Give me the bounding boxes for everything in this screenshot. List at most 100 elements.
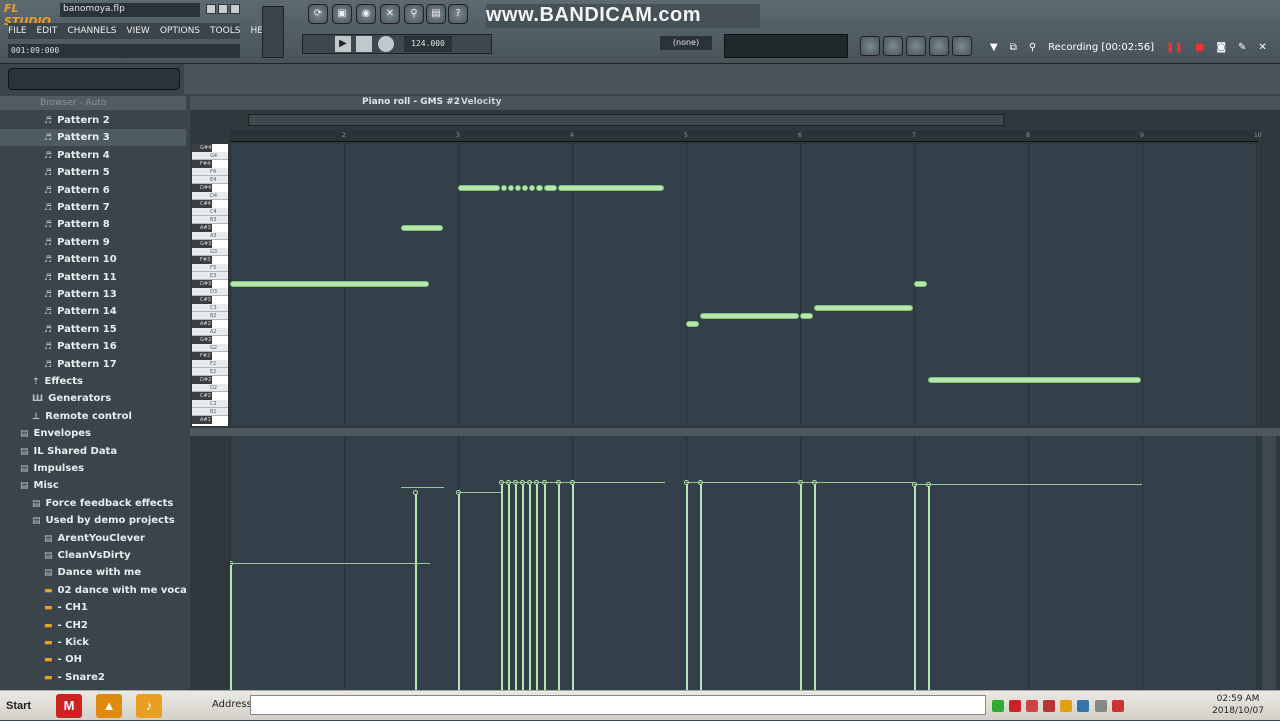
close-icon[interactable] bbox=[230, 4, 240, 14]
horizontal-scrollbar[interactable] bbox=[248, 114, 1004, 126]
velocity-stem[interactable] bbox=[536, 481, 539, 690]
velocity-stem[interactable] bbox=[800, 481, 802, 690]
piano-key[interactable]: G#4 bbox=[192, 144, 212, 152]
browser-item[interactable]: ♬ Pattern 5 bbox=[0, 164, 186, 181]
velocity-stem[interactable] bbox=[515, 481, 517, 690]
menu-channels[interactable]: CHANNELS bbox=[67, 23, 116, 39]
stop-record-icon[interactable]: ■ bbox=[1195, 42, 1204, 53]
piano-key[interactable]: F2 bbox=[192, 360, 228, 368]
target-parameter[interactable]: Velocity bbox=[461, 97, 501, 107]
piano-key[interactable]: G4 bbox=[192, 152, 228, 160]
tray-update-icon[interactable] bbox=[1060, 700, 1073, 712]
piano-key[interactable]: A3 bbox=[192, 232, 228, 240]
menu-view[interactable]: VIEW bbox=[126, 23, 149, 39]
tray-network-icon[interactable] bbox=[1077, 700, 1090, 712]
dropdown-icon[interactable]: ▼ bbox=[990, 42, 998, 53]
browser-item[interactable]: ▬ - OH bbox=[0, 651, 186, 668]
playlist-icon[interactable] bbox=[860, 36, 880, 56]
note[interactable] bbox=[507, 185, 514, 191]
vertical-scrollbar[interactable] bbox=[1262, 436, 1276, 690]
piano-key[interactable]: D4 bbox=[192, 192, 228, 200]
piano-key[interactable]: F#2 bbox=[192, 352, 212, 360]
gmail-icon[interactable]: M bbox=[56, 694, 82, 718]
piano-key[interactable]: D2 bbox=[192, 384, 228, 392]
piano-key[interactable]: A2 bbox=[192, 328, 228, 336]
browser-item[interactable]: ♬ Pattern 8 bbox=[0, 216, 186, 233]
loop-icon[interactable]: ⟳ bbox=[308, 4, 328, 24]
maximize-icon[interactable] bbox=[218, 4, 228, 14]
browser-icon[interactable] bbox=[929, 36, 949, 56]
note[interactable] bbox=[814, 305, 913, 311]
camera-icon[interactable]: ◙ bbox=[1216, 42, 1226, 53]
mixer-window-icon[interactable] bbox=[952, 36, 972, 56]
master-volume-slider[interactable] bbox=[262, 6, 284, 58]
browser-item[interactable]: ▤ Force feedback effects bbox=[0, 495, 186, 512]
velocity-stem[interactable] bbox=[572, 481, 574, 690]
browser-item[interactable]: ♬ Pattern 6 bbox=[0, 182, 186, 199]
piano-key[interactable]: B2 bbox=[192, 312, 228, 320]
time-ruler[interactable]: 2 3 4 5 6 7 8 9 10 bbox=[230, 130, 1262, 142]
menu-file[interactable]: FILE bbox=[8, 23, 27, 39]
velocity-stem[interactable] bbox=[543, 481, 546, 690]
velocity-stem[interactable] bbox=[500, 481, 503, 690]
piano-key[interactable]: D#2 bbox=[192, 376, 212, 384]
browser-item[interactable]: ▤ Dance with me bbox=[0, 564, 186, 581]
velocity-stem[interactable] bbox=[415, 491, 418, 690]
velocity-stem[interactable] bbox=[507, 481, 510, 690]
note[interactable] bbox=[914, 281, 928, 287]
piano-roll-icon[interactable] bbox=[906, 36, 926, 56]
browser-item[interactable]: Ш Generators bbox=[0, 390, 186, 407]
piano-key[interactable]: G2 bbox=[192, 344, 228, 352]
piano-key[interactable]: F3 bbox=[192, 264, 228, 272]
piano-key[interactable]: F#4 bbox=[192, 160, 212, 168]
browser-item[interactable]: ▬ - Snare2 bbox=[0, 669, 186, 686]
browser-item[interactable]: ▤ ArentYouClever bbox=[0, 530, 186, 547]
velocity-stem[interactable] bbox=[230, 563, 232, 690]
note[interactable] bbox=[515, 185, 522, 191]
tray-app-icon[interactable] bbox=[1043, 700, 1056, 712]
browser-item[interactable]: ▤ Misc bbox=[0, 477, 186, 494]
piano-key[interactable]: A#2 bbox=[192, 320, 212, 328]
note[interactable] bbox=[230, 281, 429, 287]
browser-item[interactable]: ▬ 02 dance with me vocal 1 ... bbox=[0, 582, 186, 599]
piano-key[interactable]: E4 bbox=[192, 176, 228, 184]
vlc-icon[interactable]: ▲ bbox=[96, 694, 122, 718]
tray-go-icon[interactable] bbox=[992, 700, 1004, 712]
browser-item[interactable]: ♬ Pattern 16 bbox=[0, 338, 186, 355]
note[interactable] bbox=[800, 313, 814, 319]
note[interactable] bbox=[522, 185, 529, 191]
browser-item[interactable]: ⊥ Remote control bbox=[0, 408, 186, 425]
velocity-handle[interactable] bbox=[413, 489, 419, 495]
browser-item[interactable]: ♬ Pattern 9 bbox=[0, 234, 186, 251]
channel-selector[interactable]: (none) bbox=[660, 36, 712, 50]
piano-key[interactable]: E3 bbox=[192, 272, 228, 280]
piano-key[interactable]: G3 bbox=[192, 248, 228, 256]
piano-key[interactable]: E2 bbox=[192, 368, 228, 376]
pause-icon[interactable]: ❚❚ bbox=[1166, 42, 1183, 53]
pencil-icon[interactable]: ✎ bbox=[1238, 42, 1246, 53]
minimize-icon[interactable] bbox=[206, 4, 216, 14]
address-input[interactable] bbox=[250, 695, 986, 715]
help-icon[interactable]: ? bbox=[448, 4, 468, 24]
piano-key[interactable]: A#3 bbox=[192, 224, 212, 232]
browser-item[interactable]: ♬ Pattern 13 bbox=[0, 286, 186, 303]
note[interactable] bbox=[557, 185, 664, 191]
velocity-stem[interactable] bbox=[522, 481, 525, 690]
tray-volume-icon[interactable] bbox=[1094, 700, 1107, 712]
note[interactable] bbox=[529, 185, 536, 191]
browser-item[interactable]: ♬ Pattern 14 bbox=[0, 303, 186, 320]
piano-key[interactable]: D#4 bbox=[192, 184, 212, 192]
tray-antivirus-icon[interactable] bbox=[1026, 700, 1039, 712]
menu-options[interactable]: OPTIONS bbox=[160, 23, 200, 39]
step-sequencer-icon[interactable] bbox=[883, 36, 903, 56]
velocity-stem[interactable] bbox=[928, 484, 931, 690]
start-button[interactable]: Start bbox=[2, 694, 42, 718]
note[interactable] bbox=[543, 185, 557, 191]
piano-key[interactable]: C#3 bbox=[192, 296, 212, 304]
velocity-stem[interactable] bbox=[557, 481, 560, 690]
browser-item[interactable]: ▬ - Kick bbox=[0, 634, 186, 651]
play-icon[interactable]: ▶ bbox=[335, 36, 351, 52]
browser-item[interactable]: ♬ Pattern 7 bbox=[0, 199, 186, 216]
browser-item[interactable]: ▬ - CH1 bbox=[0, 599, 186, 616]
piano-key[interactable]: C#4 bbox=[192, 200, 212, 208]
